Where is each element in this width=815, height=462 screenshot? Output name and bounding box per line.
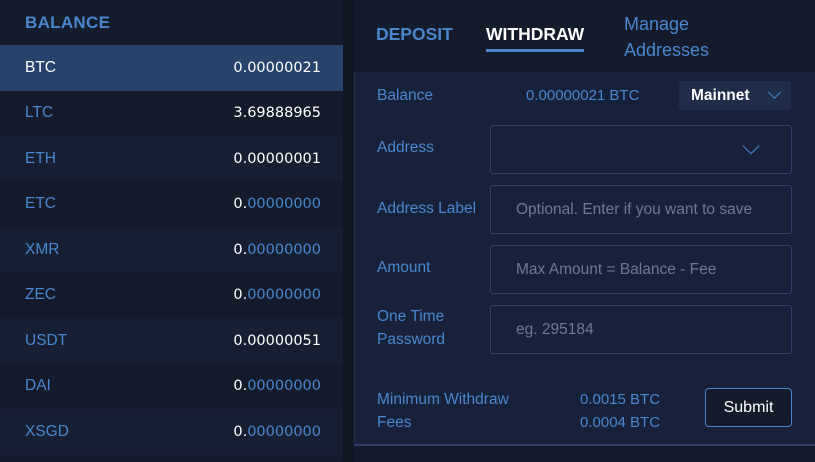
coin-symbol: BTC — [25, 58, 56, 76]
balance-title: BALANCE — [25, 12, 111, 32]
otp-label-line2: Password — [377, 331, 446, 348]
coin-row-dai[interactable]: DAI 0.00000000 — [0, 363, 343, 409]
coin-symbol: XMR — [25, 240, 60, 258]
coin-symbol: USDT — [25, 331, 68, 349]
coin-symbol: XSGD — [25, 422, 69, 440]
bottom-strip — [354, 446, 815, 462]
fees-label: Fees — [377, 414, 412, 431]
address-label-input[interactable] — [516, 200, 791, 219]
tab-manage-addresses[interactable]: Manage Addresses — [624, 11, 734, 63]
otp-label: One Time Password — [377, 305, 445, 351]
coin-symbol: ZEC — [25, 286, 56, 304]
coin-row-btc[interactable]: BTC 0.00000021 — [0, 45, 343, 91]
tab-manage-line2: Addresses — [624, 40, 710, 60]
address-select[interactable] — [490, 125, 792, 174]
submit-button[interactable]: Submit — [705, 388, 792, 427]
coin-symbol: LTC — [25, 104, 54, 122]
coin-amount: 3.69888965 — [233, 105, 321, 122]
address-label: Address — [377, 139, 434, 156]
tab-withdraw[interactable]: WITHDRAW — [486, 24, 585, 52]
coin-amount: 0.00000021 — [233, 59, 321, 76]
balance-value: 0.00000021 BTC — [526, 87, 640, 104]
fees-value: 0.0004 BTC — [580, 414, 661, 431]
tab-manage-line1: Manage — [624, 14, 690, 34]
min-withdraw-label: Minimum Withdraw — [377, 391, 509, 408]
otp-input[interactable] — [516, 320, 791, 339]
coin-amount: 0.00000000 — [233, 287, 321, 304]
chevron-down-icon — [742, 137, 760, 155]
coin-amount: 0.00000000 — [233, 423, 321, 440]
network-value: Mainnet — [691, 86, 750, 104]
coin-symbol: DAI — [25, 377, 51, 395]
amount-field[interactable] — [490, 245, 792, 294]
panel-divider — [343, 0, 354, 462]
coin-amount: 0.00000051 — [233, 332, 321, 349]
coin-list: BTC 0.00000021 LTC 3.69888965 ETH 0.0000… — [0, 45, 343, 455]
coin-row-etc[interactable]: ETC 0.00000000 — [0, 181, 343, 227]
amount-label: Amount — [377, 259, 431, 276]
amount-input[interactable] — [516, 260, 791, 279]
coin-row-usdt[interactable]: USDT 0.00000051 — [0, 318, 343, 364]
coin-symbol: ETH — [25, 149, 56, 167]
coin-amount: 0.00000000 — [233, 241, 321, 258]
coin-row-ltc[interactable]: LTC 3.69888965 — [0, 90, 343, 136]
balance-panel: BALANCE BTC 0.00000021 LTC 3.69888965 ET… — [0, 0, 343, 462]
network-select[interactable]: Mainnet — [679, 81, 791, 110]
coin-row-xmr[interactable]: XMR 0.00000000 — [0, 227, 343, 273]
otp-field[interactable] — [490, 305, 792, 354]
coin-row-zec[interactable]: ZEC 0.00000000 — [0, 272, 343, 318]
chevron-down-icon — [768, 86, 781, 99]
balance-label: Balance — [377, 87, 434, 104]
address-label-field[interactable] — [490, 185, 792, 234]
coin-amount: 0.00000000 — [233, 378, 321, 395]
coin-row-xsgd[interactable]: XSGD 0.00000000 — [0, 409, 343, 455]
coin-amount: 0.00000001 — [233, 150, 321, 167]
min-withdraw-value: 0.0015 BTC — [580, 391, 661, 408]
withdraw-panel: DEPOSIT WITHDRAW Manage Addresses Balanc… — [354, 0, 815, 462]
coin-symbol: ETC — [25, 195, 56, 213]
coin-amount: 0.00000000 — [233, 196, 321, 213]
coin-row-eth[interactable]: ETH 0.00000001 — [0, 136, 343, 182]
tab-deposit[interactable]: DEPOSIT — [376, 24, 453, 45]
tab-bar: DEPOSIT WITHDRAW Manage Addresses — [354, 0, 815, 72]
withdraw-form: Balance 0.00000021 BTC Mainnet Address A… — [354, 72, 815, 444]
otp-label-line1: One Time — [377, 308, 445, 325]
address-label-label: Address Label — [377, 200, 477, 217]
